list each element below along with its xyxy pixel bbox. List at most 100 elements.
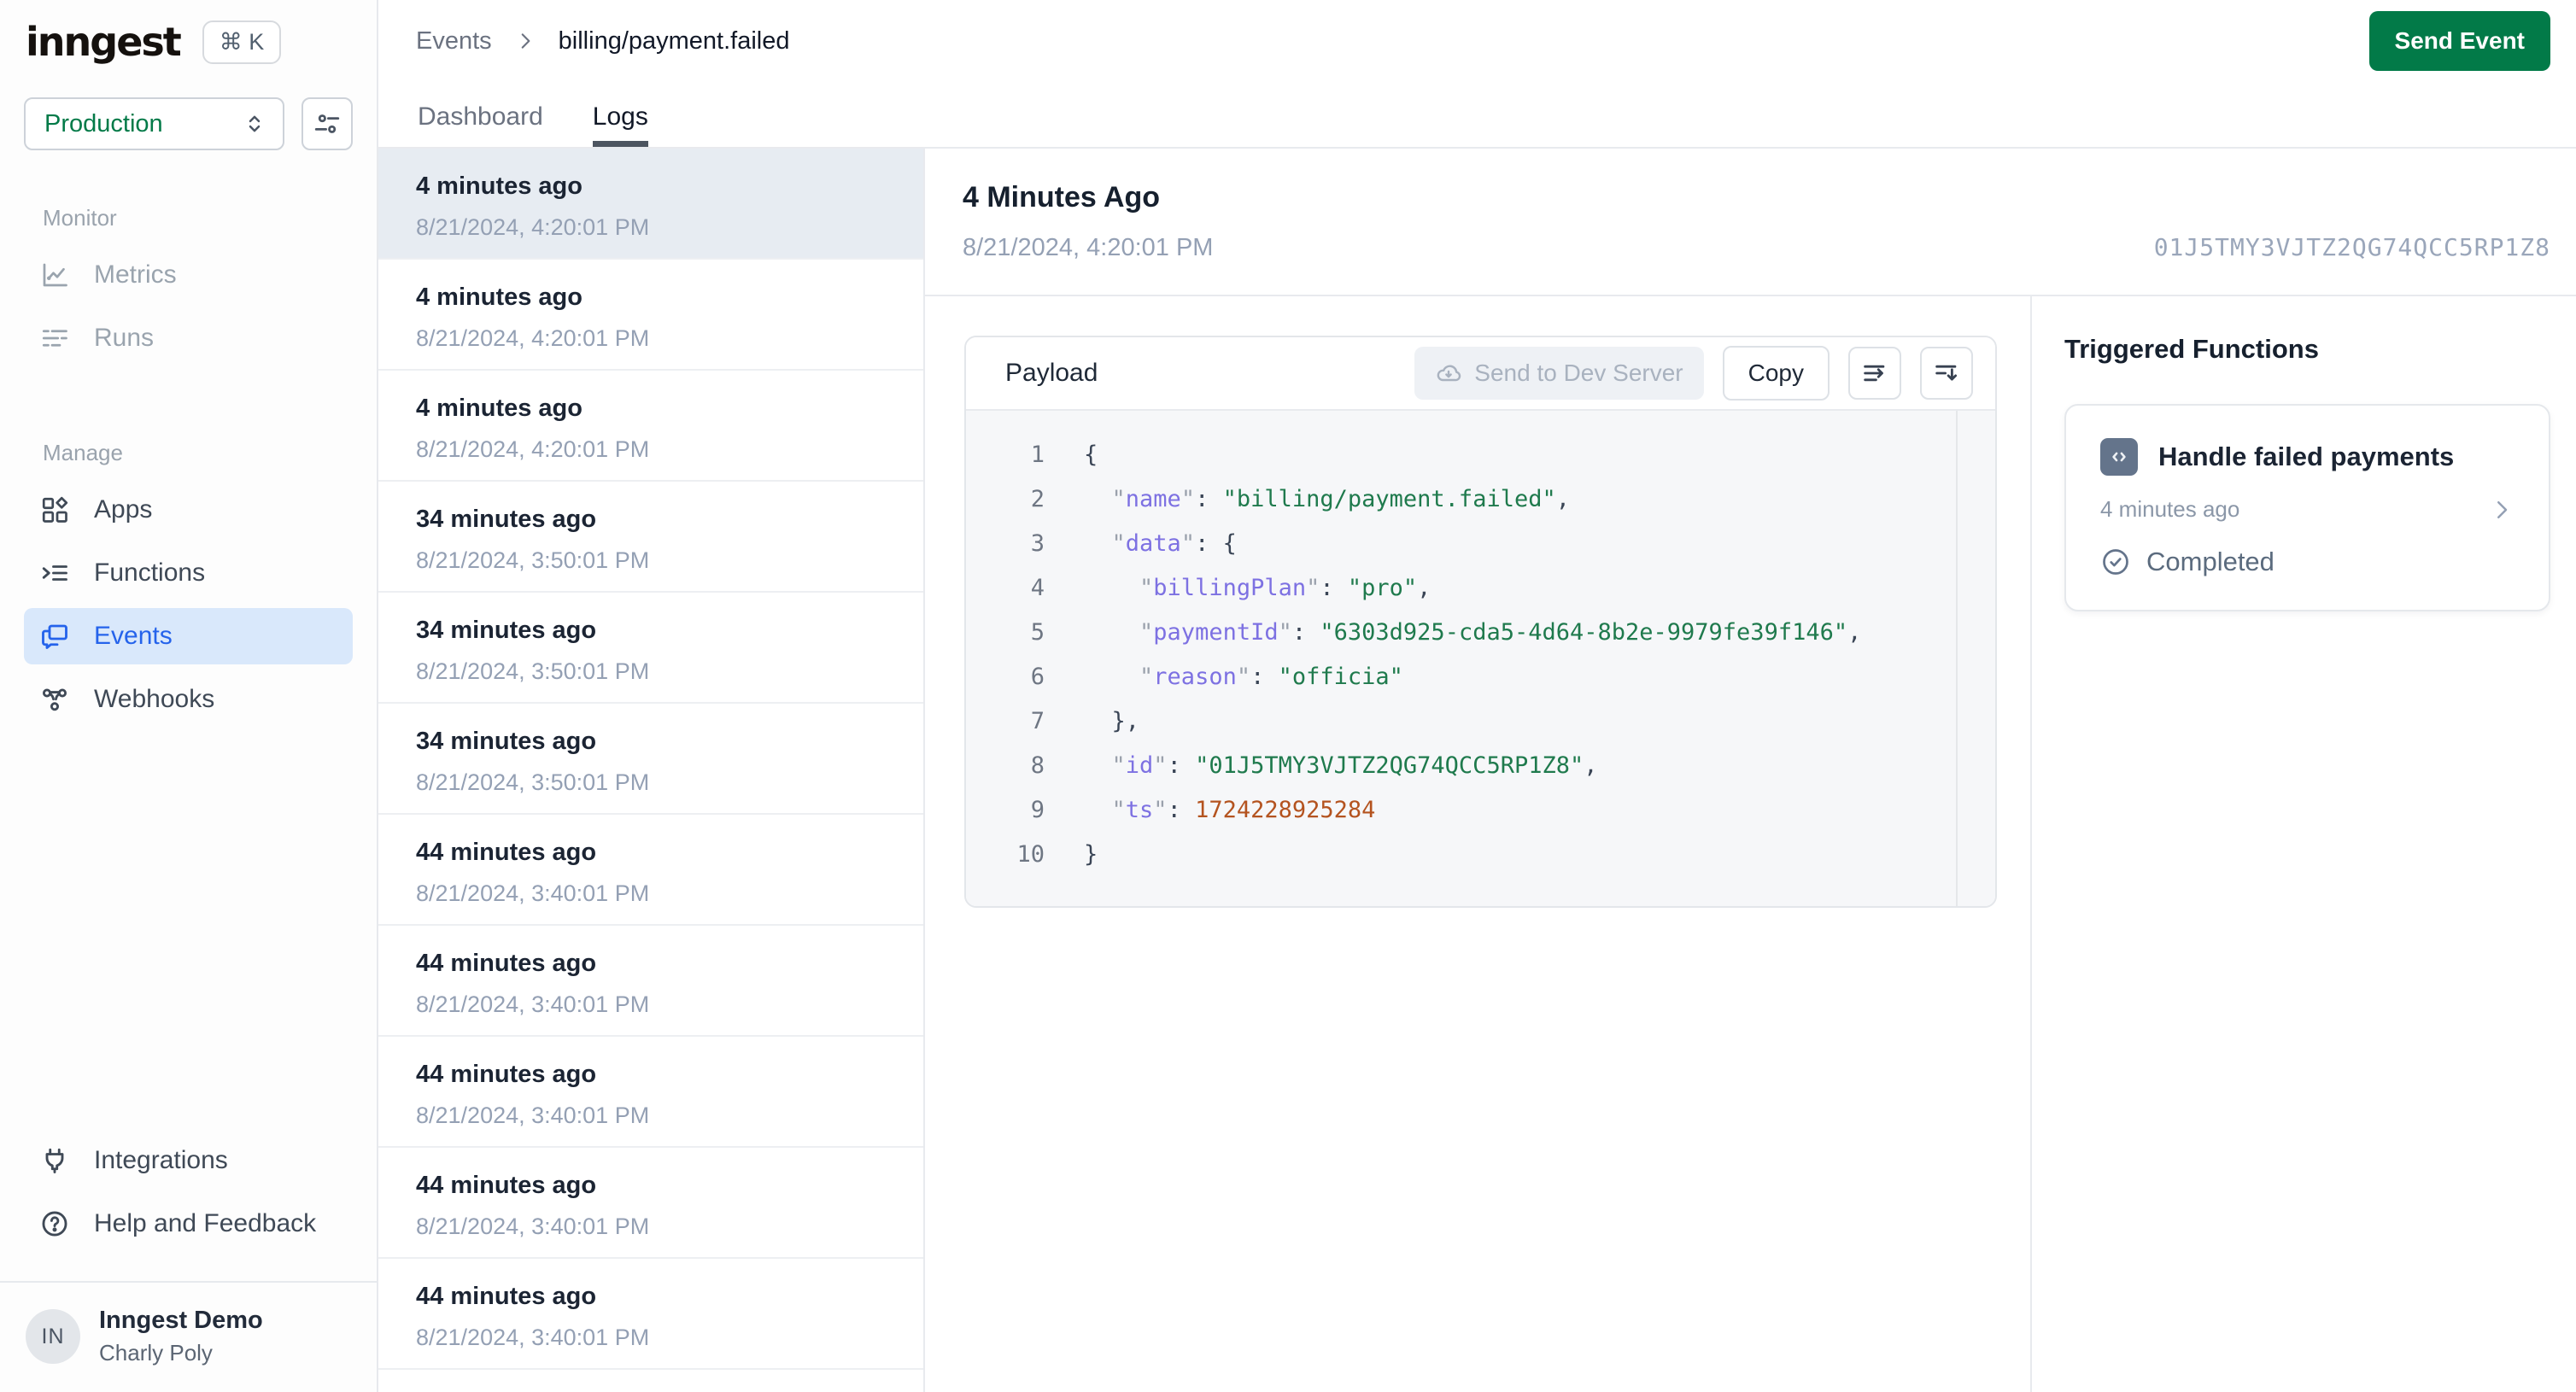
event-detail-title: 4 Minutes Ago bbox=[963, 181, 1161, 213]
event-list-item[interactable]: 44 minutes ago 8/21/2024, 3:40:01 PM bbox=[378, 815, 923, 926]
sidebar-nav: Monitor Metrics Runs Manage Apps Functions Eve… bbox=[0, 150, 377, 734]
event-detail-timestamp: 8/21/2024, 4:20:01 PM bbox=[963, 234, 1214, 261]
functions-icon bbox=[39, 558, 70, 588]
text-nowrap-button[interactable] bbox=[1848, 347, 1901, 400]
sidebar-item-events[interactable]: Events bbox=[24, 608, 353, 664]
code-line: 7 }, bbox=[966, 699, 1995, 744]
function-run-time: 4 minutes ago bbox=[2100, 496, 2240, 522]
event-relative-time: 44 minutes ago bbox=[416, 839, 597, 866]
line-number: 7 bbox=[1030, 708, 1045, 734]
sidebar-item-label: Help and Feedback bbox=[94, 1209, 317, 1237]
user-menu[interactable]: IN Inngest Demo Charly Poly bbox=[0, 1283, 377, 1392]
event-log-list: 4 minutes ago 8/21/2024, 4:20:01 PM 4 minu… bbox=[378, 149, 925, 1392]
sidebar-item-integrations[interactable]: Integrations bbox=[24, 1132, 353, 1189]
sidebar-footer-nav: Integrations Help and Feedback bbox=[0, 1126, 377, 1259]
event-relative-time: 4 minutes ago bbox=[416, 284, 583, 311]
payload-code-editor[interactable]: 1{2 "name": "billing/payment.failed", 3 "… bbox=[966, 411, 1995, 906]
line-content: "billingPlan": "pro", bbox=[1139, 575, 1431, 601]
adjustments-icon bbox=[313, 109, 342, 138]
code-line: 1{ bbox=[966, 433, 1995, 477]
event-relative-time: 44 minutes ago bbox=[416, 950, 597, 977]
line-content: "paymentId": "6303d925-cda5-4d64-8b2e-99… bbox=[1139, 619, 1862, 646]
sidebar-item-label: Apps bbox=[94, 495, 153, 523]
tab-dashboard[interactable]: Dashboard bbox=[418, 102, 543, 147]
sidebar-item-webhooks[interactable]: Webhooks bbox=[24, 671, 353, 728]
copy-button[interactable]: Copy bbox=[1722, 346, 1830, 401]
environment-selector-value: Production bbox=[44, 109, 163, 137]
send-to-dev-server-button[interactable]: Send to Dev Server bbox=[1414, 347, 1704, 400]
code-line: 8 "id": "01J5TMY3VJTZ2QG74QCC5RP1Z8", bbox=[966, 744, 1995, 788]
line-content: "name": "billing/payment.failed", bbox=[1111, 486, 1570, 512]
line-content: "reason": "officia" bbox=[1139, 664, 1403, 690]
event-list-item[interactable]: 44 minutes ago 8/21/2024, 3:40:01 PM bbox=[378, 1037, 923, 1148]
sidebar-item-label: Metrics bbox=[94, 260, 177, 289]
event-list-item[interactable]: 34 minutes ago 8/21/2024, 3:50:01 PM bbox=[378, 482, 923, 593]
payload-section: Payload Send to Dev Server Copy 1 {2 "n… bbox=[925, 296, 2030, 1392]
event-timestamp: 8/21/2024, 3:50:01 PM bbox=[416, 769, 650, 795]
event-list-item[interactable]: 34 minutes ago 8/21/2024, 3:50:01 PM bbox=[378, 704, 923, 815]
user-subtitle: Charly Poly bbox=[99, 1340, 213, 1366]
triggered-functions-heading: Triggered Functions bbox=[2064, 334, 2319, 364]
top-bar: Events billing/payment.failed Send Event… bbox=[378, 0, 2576, 149]
code-line: 10} bbox=[966, 833, 1995, 877]
runs-icon bbox=[39, 323, 70, 354]
sidebar-item-runs[interactable]: Runs bbox=[24, 310, 353, 366]
event-list-item[interactable]: 34 minutes ago 8/21/2024, 3:50:01 PM bbox=[378, 593, 923, 704]
event-relative-time: 34 minutes ago bbox=[416, 506, 597, 533]
event-relative-time: 4 minutes ago bbox=[416, 173, 583, 200]
event-list-item[interactable]: 4 minutes ago 8/21/2024, 4:20:01 PM bbox=[378, 149, 923, 260]
metrics-icon bbox=[39, 260, 70, 290]
event-list-item[interactable]: 44 minutes ago 8/21/2024, 3:40:01 PM bbox=[378, 1148, 923, 1259]
event-relative-time: 44 minutes ago bbox=[416, 1061, 597, 1088]
send-event-button[interactable]: Send Event bbox=[2368, 11, 2550, 71]
line-number: 1 bbox=[1030, 442, 1045, 468]
chevron-right-icon bbox=[514, 30, 536, 52]
user-name: Inngest Demo bbox=[99, 1307, 263, 1334]
line-number: 2 bbox=[1030, 486, 1045, 512]
tab-logs[interactable]: Logs bbox=[593, 102, 648, 147]
code-gutter-rule bbox=[1956, 411, 1958, 906]
sidebar-item-apps[interactable]: Apps bbox=[24, 482, 353, 538]
event-relative-time: 34 minutes ago bbox=[416, 617, 597, 644]
event-list-item[interactable]: 4 minutes ago 8/21/2024, 4:20:01 PM bbox=[378, 371, 923, 482]
event-list-item[interactable]: 44 minutes ago 8/21/2024, 3:40:01 PM bbox=[378, 926, 923, 1037]
event-timestamp: 8/21/2024, 3:40:01 PM bbox=[416, 1325, 650, 1350]
line-content: "id": "01J5TMY3VJTZ2QG74QCC5RP1Z8", bbox=[1111, 752, 1598, 779]
avatar: IN bbox=[26, 1309, 80, 1364]
event-relative-time: 44 minutes ago bbox=[416, 1172, 597, 1199]
event-timestamp: 8/21/2024, 4:20:01 PM bbox=[416, 214, 650, 240]
text-wrap-button[interactable] bbox=[1920, 347, 1973, 400]
breadcrumb-events-link[interactable]: Events bbox=[416, 27, 492, 56]
event-relative-time: 34 minutes ago bbox=[416, 728, 597, 755]
code-line: 2 "name": "billing/payment.failed", bbox=[966, 477, 1995, 522]
event-detail: 4 Minutes Ago 8/21/2024, 4:20:01 PM 01J5… bbox=[925, 149, 2576, 1392]
inngest-logo[interactable]: inngest bbox=[26, 19, 182, 65]
sidebar: inngest ⌘ K Production Monitor Metrics Run… bbox=[0, 0, 378, 1392]
line-number: 8 bbox=[1030, 752, 1045, 779]
code-line: 6 "reason": "officia" bbox=[966, 655, 1995, 699]
line-number: 5 bbox=[1030, 619, 1045, 646]
event-timestamp: 8/21/2024, 3:40:01 PM bbox=[416, 991, 650, 1017]
sidebar-item-label: Functions bbox=[94, 559, 206, 587]
event-list-item[interactable]: 4 minutes ago 8/21/2024, 4:20:01 PM bbox=[378, 260, 923, 371]
sidebar-item-metrics[interactable]: Metrics bbox=[24, 247, 353, 303]
event-list-item[interactable]: 44 minutes ago 8/21/2024, 3:40:01 PM bbox=[378, 1259, 923, 1370]
breadcrumb: Events billing/payment.failed Send Event bbox=[378, 0, 2576, 82]
event-timestamp: 8/21/2024, 4:20:01 PM bbox=[416, 325, 650, 351]
apps-icon bbox=[39, 494, 70, 525]
tab-bar: Dashboard Logs bbox=[378, 82, 2576, 147]
function-status: Completed bbox=[2146, 547, 2274, 576]
environment-selector[interactable]: Production bbox=[24, 97, 285, 150]
event-id: 01J5TMY3VJTZ2QG74QCC5RP1Z8 bbox=[2153, 233, 2550, 261]
environment-settings-button[interactable] bbox=[302, 97, 353, 150]
line-number: 10 bbox=[1016, 841, 1045, 868]
command-k-shortcut-badge[interactable]: ⌘ K bbox=[202, 20, 282, 64]
function-code-icon bbox=[2100, 438, 2138, 476]
sidebar-item-help-and-feedback[interactable]: Help and Feedback bbox=[24, 1196, 353, 1252]
section-label-manage: Manage bbox=[43, 440, 123, 465]
sidebar-item-functions[interactable]: Functions bbox=[24, 545, 353, 601]
lines-arrow-down-icon bbox=[1932, 359, 1961, 388]
line-content: }, bbox=[1111, 708, 1140, 734]
triggered-function-card[interactable]: Handle failed payments 4 minutes ago Com… bbox=[2064, 404, 2550, 611]
event-list-item[interactable]: about 1 hour ago bbox=[378, 1370, 923, 1392]
